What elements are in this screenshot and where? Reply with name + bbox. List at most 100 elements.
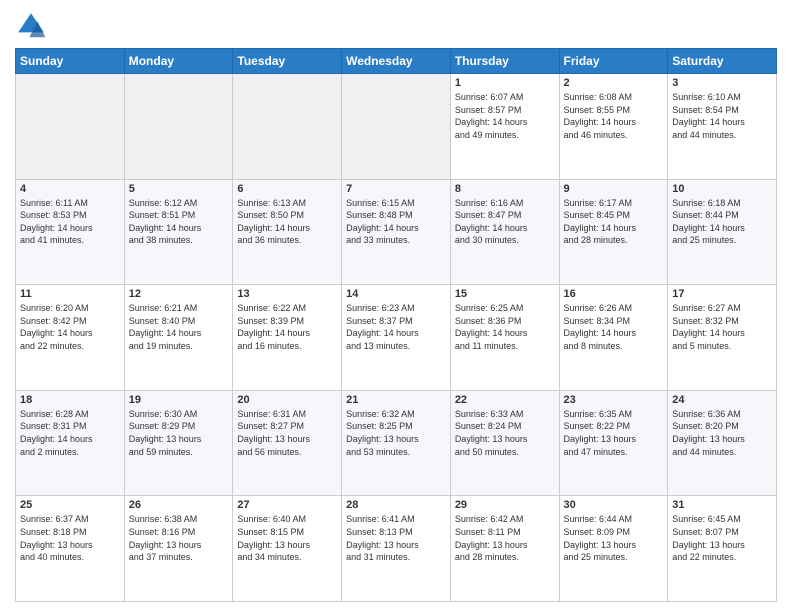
day-number: 9: [564, 183, 664, 195]
calendar-cell: 17 Sunrise: 6:27 AM Sunset: 8:32 PM Dayli…: [668, 285, 777, 391]
calendar-cell: 19 Sunrise: 6:30 AM Sunset: 8:29 PM Dayli…: [124, 390, 233, 496]
calendar-cell: 25 Sunrise: 6:37 AM Sunset: 8:18 PM Dayli…: [16, 496, 125, 602]
day-info: Sunrise: 6:44 AM Sunset: 8:09 PM Dayligh…: [564, 513, 664, 563]
calendar-week-2: 4 Sunrise: 6:11 AM Sunset: 8:53 PM Daylig…: [16, 179, 777, 285]
day-info: Sunrise: 6:37 AM Sunset: 8:18 PM Dayligh…: [20, 513, 120, 563]
day-number: 7: [346, 183, 446, 195]
calendar-cell: 1 Sunrise: 6:07 AM Sunset: 8:57 PM Daylig…: [450, 74, 559, 180]
calendar-cell: [233, 74, 342, 180]
calendar-cell: 5 Sunrise: 6:12 AM Sunset: 8:51 PM Daylig…: [124, 179, 233, 285]
weekday-header-thursday: Thursday: [450, 49, 559, 74]
day-info: Sunrise: 6:31 AM Sunset: 8:27 PM Dayligh…: [237, 408, 337, 458]
day-info: Sunrise: 6:20 AM Sunset: 8:42 PM Dayligh…: [20, 302, 120, 352]
day-number: 21: [346, 394, 446, 406]
day-info: Sunrise: 6:23 AM Sunset: 8:37 PM Dayligh…: [346, 302, 446, 352]
calendar-cell: 3 Sunrise: 6:10 AM Sunset: 8:54 PM Daylig…: [668, 74, 777, 180]
day-info: Sunrise: 6:17 AM Sunset: 8:45 PM Dayligh…: [564, 197, 664, 247]
calendar-cell: 30 Sunrise: 6:44 AM Sunset: 8:09 PM Dayli…: [559, 496, 668, 602]
calendar-cell: 24 Sunrise: 6:36 AM Sunset: 8:20 PM Dayli…: [668, 390, 777, 496]
day-number: 11: [20, 288, 120, 300]
calendar-cell: 8 Sunrise: 6:16 AM Sunset: 8:47 PM Daylig…: [450, 179, 559, 285]
day-info: Sunrise: 6:15 AM Sunset: 8:48 PM Dayligh…: [346, 197, 446, 247]
calendar-cell: 10 Sunrise: 6:18 AM Sunset: 8:44 PM Dayli…: [668, 179, 777, 285]
day-info: Sunrise: 6:36 AM Sunset: 8:20 PM Dayligh…: [672, 408, 772, 458]
day-info: Sunrise: 6:18 AM Sunset: 8:44 PM Dayligh…: [672, 197, 772, 247]
day-info: Sunrise: 6:12 AM Sunset: 8:51 PM Dayligh…: [129, 197, 229, 247]
header: [15, 10, 777, 42]
calendar-cell: 12Sunrise: 6:21 AM Sunset: 8:40 PM Dayli…: [124, 285, 233, 391]
day-info: Sunrise: 6:42 AM Sunset: 8:11 PM Dayligh…: [455, 513, 555, 563]
calendar-cell: 29 Sunrise: 6:42 AM Sunset: 8:11 PM Dayli…: [450, 496, 559, 602]
weekday-header-row: SundayMondayTuesdayWednesdayThursdayFrid…: [16, 49, 777, 74]
day-info: Sunrise: 6:26 AM Sunset: 8:34 PM Dayligh…: [564, 302, 664, 352]
day-info: Sunrise: 6:41 AM Sunset: 8:13 PM Dayligh…: [346, 513, 446, 563]
calendar-cell: 13 Sunrise: 6:22 AM Sunset: 8:39 PM Dayli…: [233, 285, 342, 391]
day-info: Sunrise: 6:16 AM Sunset: 8:47 PM Dayligh…: [455, 197, 555, 247]
logo-icon: [15, 10, 47, 42]
calendar-table: SundayMondayTuesdayWednesdayThursdayFrid…: [15, 48, 777, 602]
day-info: Sunrise: 6:07 AM Sunset: 8:57 PM Dayligh…: [455, 91, 555, 141]
page: SundayMondayTuesdayWednesdayThursdayFrid…: [0, 0, 792, 612]
calendar-cell: 26Sunrise: 6:38 AM Sunset: 8:16 PM Dayli…: [124, 496, 233, 602]
weekday-header-saturday: Saturday: [668, 49, 777, 74]
calendar-week-5: 25 Sunrise: 6:37 AM Sunset: 8:18 PM Dayli…: [16, 496, 777, 602]
day-number: 6: [237, 183, 337, 195]
day-number: 18: [20, 394, 120, 406]
day-info: Sunrise: 6:22 AM Sunset: 8:39 PM Dayligh…: [237, 302, 337, 352]
day-info: Sunrise: 6:30 AM Sunset: 8:29 PM Dayligh…: [129, 408, 229, 458]
calendar-cell: 16 Sunrise: 6:26 AM Sunset: 8:34 PM Dayli…: [559, 285, 668, 391]
day-number: 31: [672, 499, 772, 511]
day-info: Sunrise: 6:11 AM Sunset: 8:53 PM Dayligh…: [20, 197, 120, 247]
calendar-cell: 20 Sunrise: 6:31 AM Sunset: 8:27 PM Dayli…: [233, 390, 342, 496]
day-number: 23: [564, 394, 664, 406]
calendar-cell: 9 Sunrise: 6:17 AM Sunset: 8:45 PM Daylig…: [559, 179, 668, 285]
day-number: 25: [20, 499, 120, 511]
day-number: 30: [564, 499, 664, 511]
logo: [15, 10, 51, 42]
day-info: Sunrise: 6:13 AM Sunset: 8:50 PM Dayligh…: [237, 197, 337, 247]
calendar-cell: [342, 74, 451, 180]
day-number: 13: [237, 288, 337, 300]
day-number: 16: [564, 288, 664, 300]
day-info: Sunrise: 6:27 AM Sunset: 8:32 PM Dayligh…: [672, 302, 772, 352]
calendar-cell: 11 Sunrise: 6:20 AM Sunset: 8:42 PM Dayli…: [16, 285, 125, 391]
calendar-cell: 23 Sunrise: 6:35 AM Sunset: 8:22 PM Dayli…: [559, 390, 668, 496]
calendar-cell: [16, 74, 125, 180]
day-number: 20: [237, 394, 337, 406]
day-number: 29: [455, 499, 555, 511]
day-number: 22: [455, 394, 555, 406]
day-number: 4: [20, 183, 120, 195]
calendar-cell: 28 Sunrise: 6:41 AM Sunset: 8:13 PM Dayli…: [342, 496, 451, 602]
day-info: Sunrise: 6:35 AM Sunset: 8:22 PM Dayligh…: [564, 408, 664, 458]
day-number: 2: [564, 77, 664, 89]
calendar-cell: 2 Sunrise: 6:08 AM Sunset: 8:55 PM Daylig…: [559, 74, 668, 180]
day-number: 14: [346, 288, 446, 300]
day-info: Sunrise: 6:08 AM Sunset: 8:55 PM Dayligh…: [564, 91, 664, 141]
calendar-week-4: 18Sunrise: 6:28 AM Sunset: 8:31 PM Dayli…: [16, 390, 777, 496]
day-number: 17: [672, 288, 772, 300]
day-number: 8: [455, 183, 555, 195]
weekday-header-sunday: Sunday: [16, 49, 125, 74]
day-number: 5: [129, 183, 229, 195]
day-number: 24: [672, 394, 772, 406]
calendar-cell: 21 Sunrise: 6:32 AM Sunset: 8:25 PM Dayli…: [342, 390, 451, 496]
weekday-header-friday: Friday: [559, 49, 668, 74]
day-number: 3: [672, 77, 772, 89]
calendar-cell: 22 Sunrise: 6:33 AM Sunset: 8:24 PM Dayli…: [450, 390, 559, 496]
day-info: Sunrise: 6:32 AM Sunset: 8:25 PM Dayligh…: [346, 408, 446, 458]
day-number: 1: [455, 77, 555, 89]
weekday-header-monday: Monday: [124, 49, 233, 74]
calendar-cell: 14 Sunrise: 6:23 AM Sunset: 8:37 PM Dayli…: [342, 285, 451, 391]
day-info: Sunrise: 6:45 AM Sunset: 8:07 PM Dayligh…: [672, 513, 772, 563]
weekday-header-wednesday: Wednesday: [342, 49, 451, 74]
day-info: Sunrise: 6:10 AM Sunset: 8:54 PM Dayligh…: [672, 91, 772, 141]
day-number: 15: [455, 288, 555, 300]
weekday-header-tuesday: Tuesday: [233, 49, 342, 74]
calendar-cell: 31 Sunrise: 6:45 AM Sunset: 8:07 PM Dayli…: [668, 496, 777, 602]
day-info: Sunrise: 6:40 AM Sunset: 8:15 PM Dayligh…: [237, 513, 337, 563]
day-number: 19: [129, 394, 229, 406]
day-number: 28: [346, 499, 446, 511]
calendar-cell: 6 Sunrise: 6:13 AM Sunset: 8:50 PM Daylig…: [233, 179, 342, 285]
day-number: 10: [672, 183, 772, 195]
day-info: Sunrise: 6:33 AM Sunset: 8:24 PM Dayligh…: [455, 408, 555, 458]
